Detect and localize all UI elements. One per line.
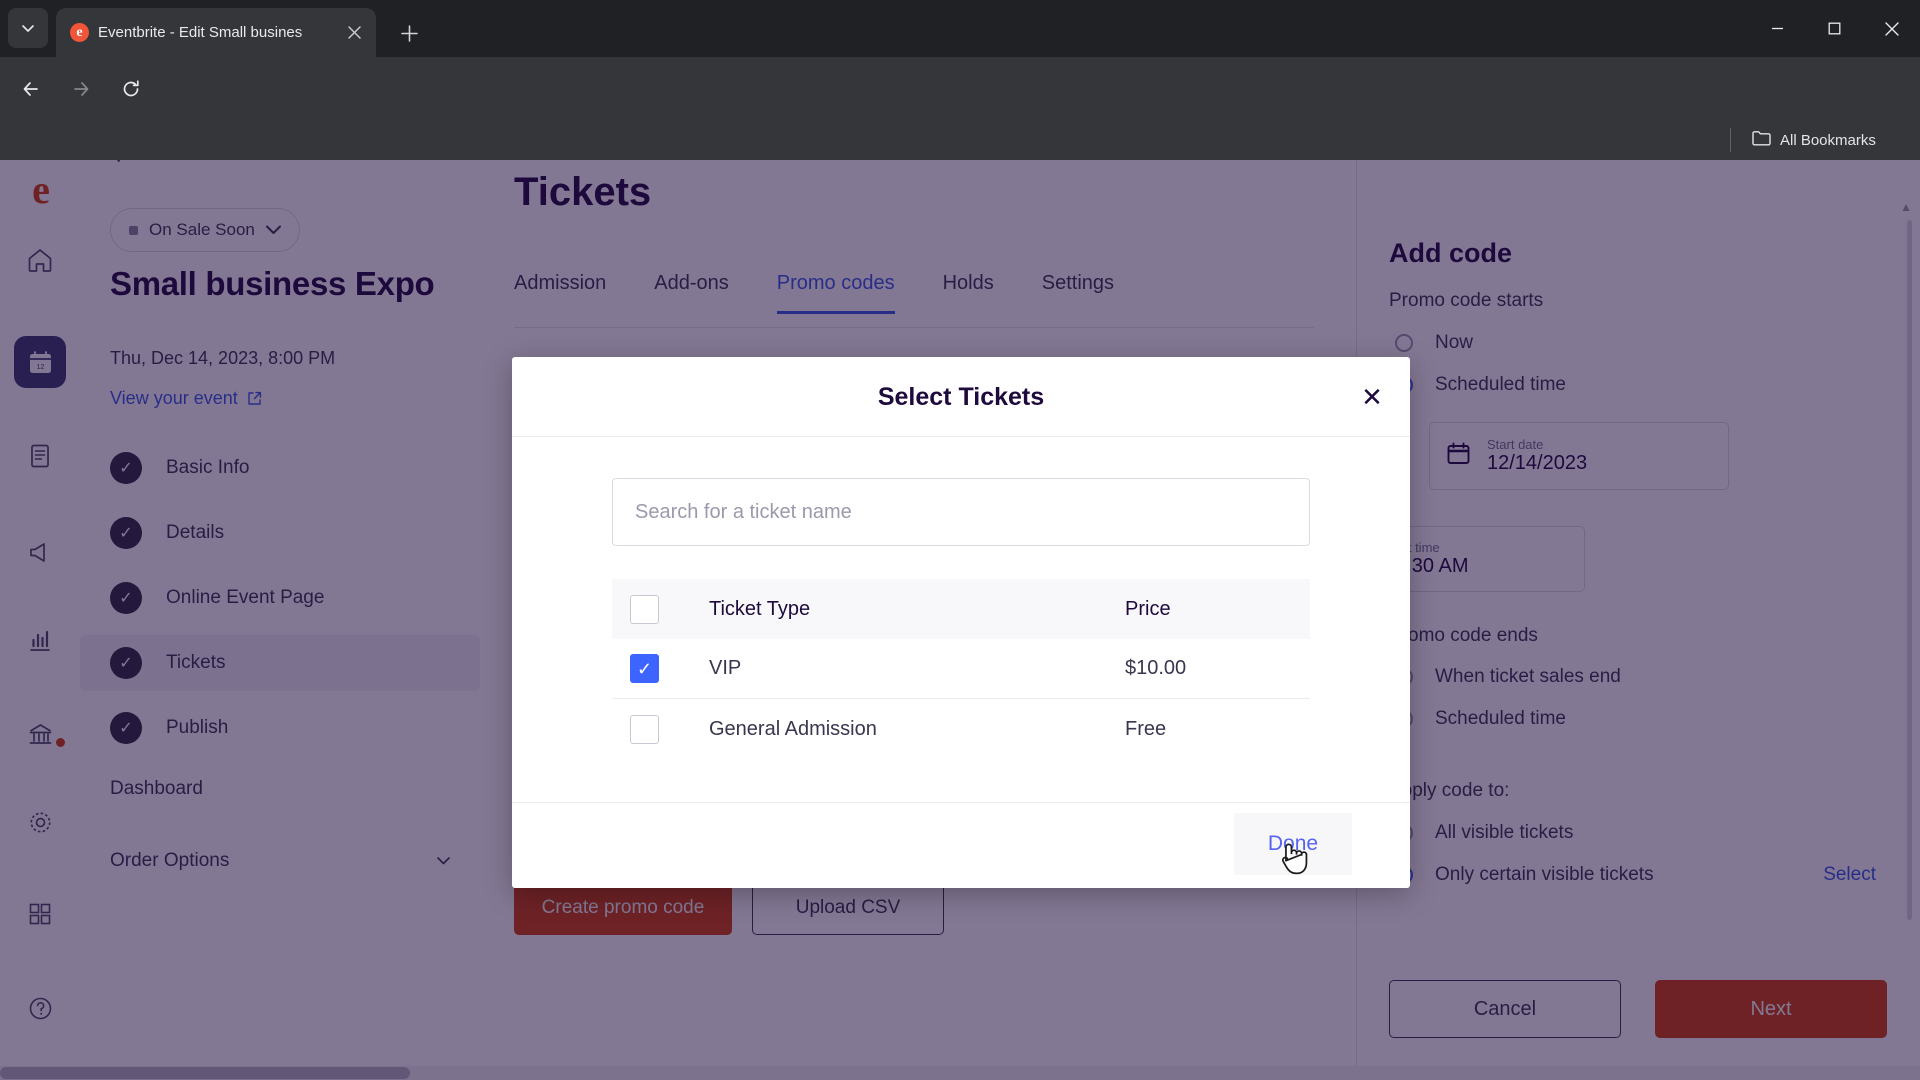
column-header-price: Price bbox=[1125, 597, 1171, 620]
minimize-icon[interactable] bbox=[1749, 0, 1806, 57]
browser-window: e Eventbrite - Edit Small busines All Bo… bbox=[0, 0, 1920, 1080]
column-header-ticket-type: Ticket Type bbox=[709, 597, 811, 620]
select-all-checkbox[interactable] bbox=[630, 594, 659, 624]
search-placeholder: Search for a ticket name bbox=[635, 500, 852, 523]
all-bookmarks-button[interactable]: All Bookmarks bbox=[1752, 128, 1876, 152]
bookmarks-bar bbox=[0, 120, 1920, 160]
close-window-icon[interactable] bbox=[1863, 0, 1920, 57]
modal-header: Select Tickets ✕ bbox=[512, 357, 1410, 437]
close-icon[interactable]: ✕ bbox=[1356, 381, 1388, 413]
browser-tab[interactable]: e Eventbrite - Edit Small busines bbox=[56, 8, 376, 57]
new-tab-button[interactable] bbox=[392, 16, 426, 50]
select-tickets-modal: Select Tickets ✕ Search for a ticket nam… bbox=[512, 357, 1410, 888]
cell-ticket-type: VIP bbox=[709, 657, 742, 679]
search-input[interactable]: Search for a ticket name bbox=[612, 478, 1310, 546]
folder-icon bbox=[1752, 130, 1771, 150]
row-checkbox-cell[interactable]: ✓ bbox=[612, 654, 709, 683]
maximize-icon[interactable] bbox=[1806, 0, 1863, 57]
cell-ticket-type: General Admission bbox=[709, 717, 877, 740]
bookmarks-divider bbox=[1730, 128, 1731, 152]
select-all-checkbox-cell[interactable] bbox=[612, 594, 709, 624]
cell-price: Free bbox=[1125, 717, 1167, 740]
modal-footer: Done bbox=[512, 802, 1410, 887]
browser-toolbar: eventbrite.com/manage/events/77671164443… bbox=[0, 57, 1920, 168]
cell-price: $10.00 bbox=[1125, 657, 1187, 679]
forward-button[interactable] bbox=[62, 70, 99, 107]
back-button[interactable] bbox=[12, 70, 49, 107]
row-checkbox-cell[interactable] bbox=[612, 714, 709, 744]
row-checkbox[interactable] bbox=[630, 714, 659, 744]
eventbrite-favicon-icon: e bbox=[70, 23, 89, 42]
tab-strip: e Eventbrite - Edit Small busines bbox=[0, 0, 1920, 57]
all-bookmarks-label: All Bookmarks bbox=[1780, 131, 1876, 149]
close-tab-icon[interactable] bbox=[342, 21, 366, 45]
table-header-row: Ticket Type Price bbox=[612, 579, 1310, 639]
modal-title: Select Tickets bbox=[877, 382, 1045, 411]
done-button[interactable]: Done bbox=[1234, 813, 1352, 875]
window-controls bbox=[1749, 0, 1920, 57]
tickets-table: Ticket Type Price ✓ VIP $10.00 General A… bbox=[612, 579, 1310, 759]
row-checkbox-checked[interactable]: ✓ bbox=[630, 654, 659, 683]
modal-body: Search for a ticket name Ticket Type Pri… bbox=[512, 437, 1410, 802]
chevron-down-icon bbox=[22, 25, 34, 32]
table-row[interactable]: ✓ VIP $10.00 bbox=[612, 639, 1310, 699]
tab-search-button[interactable] bbox=[8, 8, 48, 48]
table-row[interactable]: General Admission Free bbox=[612, 699, 1310, 759]
reload-button[interactable] bbox=[112, 70, 149, 107]
tab-title: Eventbrite - Edit Small busines bbox=[98, 24, 303, 41]
